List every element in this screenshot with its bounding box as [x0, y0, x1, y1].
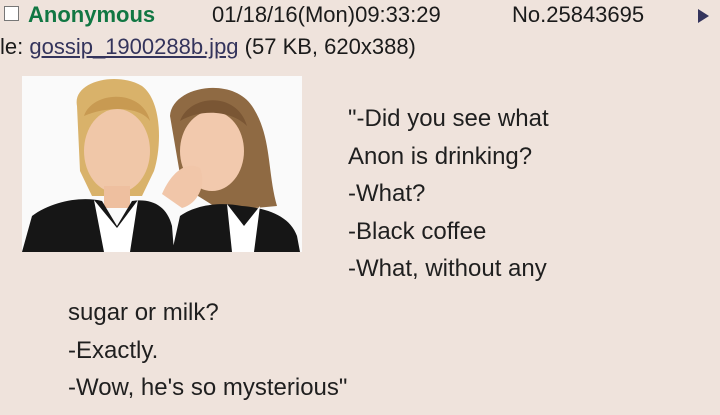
comment-line: sugar or milk?: [68, 299, 219, 326]
post-datetime: 01/18/16(Mon)09:33:29: [212, 2, 441, 27]
comment-text-bottom: sugar or milk? -Exactly. -Wow, he's so m…: [68, 294, 347, 407]
comment-line: -What?: [348, 180, 426, 207]
comment-line: Anon is drinking?: [348, 142, 533, 170]
post-number[interactable]: No.25843695: [512, 0, 644, 30]
file-meta: (57 KB, 620x388): [238, 34, 416, 59]
comment-line: -Black coffee: [348, 217, 487, 245]
arrow-right-icon[interactable]: [698, 9, 709, 23]
file-info: le: gossip_1900288b.jpg (57 KB, 620x388): [0, 32, 416, 62]
comment-text-right: "-Did you see what Anon is drinking? -Wh…: [348, 100, 549, 288]
post-thumbnail[interactable]: [22, 76, 302, 252]
comment-line: -Exactly.: [68, 336, 159, 364]
file-prefix: le:: [0, 34, 30, 59]
checkbox-icon[interactable]: [4, 6, 19, 21]
comment-line: "-Did you see what: [348, 105, 549, 132]
post-header: Anonymous 01/18/16(Mon)09:33:29 No.25843…: [0, 0, 720, 30]
comment-line: -Wow, he's so mysterious": [68, 374, 348, 401]
poster-name: Anonymous: [28, 2, 156, 27]
file-link[interactable]: gossip_1900288b.jpg: [29, 34, 238, 59]
thumbnail-illustration: [22, 76, 302, 252]
comment-line: -What, without any: [348, 255, 547, 282]
